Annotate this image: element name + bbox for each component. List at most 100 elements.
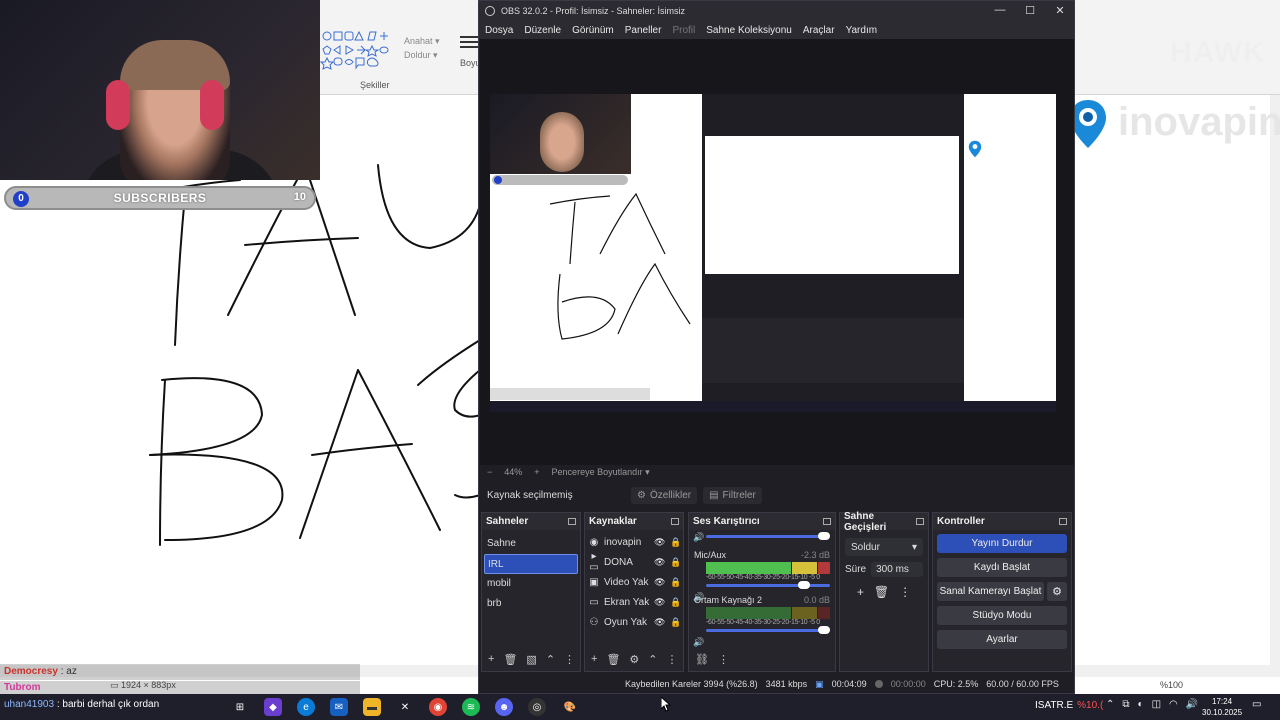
up-icon[interactable]: ⌃ [648,653,657,666]
chat-username: Democresy [4,666,58,677]
edge-icon[interactable]: e [297,698,315,716]
taskbar-clock[interactable]: 17:24 30.10.2025 [1202,696,1242,718]
zoom-out-icon[interactable]: − [487,467,492,477]
filter-icon[interactable]: ▧ [526,653,536,666]
lock-icon[interactable]: 🔒 [670,617,681,628]
undock-icon[interactable] [671,518,679,525]
volume-slider[interactable] [706,581,830,589]
add-icon[interactable]: + [591,653,597,665]
taskbar-chat-message: uhan41903 : barbi derhal çık ordan [4,699,159,710]
source-item[interactable]: ◉ inovapin 👁 🔒 [585,532,683,552]
more-icon[interactable]: ⋮ [899,585,911,599]
menu-help[interactable]: Yardım [846,25,878,36]
obs-menubar: Dosya Düzenle Görünüm Paneller Profil Sa… [479,21,1074,39]
gear-icon[interactable]: ⚙ [1047,582,1067,601]
lock-icon[interactable]: 🔒 [670,557,681,568]
trash-icon[interactable]: 🗑 [606,653,620,666]
source-item[interactable]: ▸ ▭ DONA 👁 🔒 [585,551,683,573]
properties-button[interactable]: ⚙ Özellikler [631,486,698,504]
chevron-up-icon[interactable]: ⌃ [1106,699,1114,710]
lock-icon[interactable]: 🔒 [670,597,681,608]
close-icon[interactable]: ✕ [1053,4,1067,17]
eye-icon[interactable]: 👁 [654,597,666,608]
paint-icon[interactable]: 🎨 [561,698,579,716]
menu-tools[interactable]: Araçlar [803,25,835,36]
capcut-icon[interactable]: ✕ [396,698,414,716]
undock-icon[interactable] [823,518,831,525]
menu-profile[interactable]: Profil [672,25,695,36]
fill-dropdown[interactable]: Doldur ▾ [404,50,438,61]
add-icon[interactable]: + [857,585,864,599]
chrome-icon[interactable]: ◉ [429,698,447,716]
undock-icon[interactable] [1059,518,1067,525]
zoom-in-icon[interactable]: + [534,467,539,477]
outlook-icon[interactable]: ✉ [330,698,348,716]
undock-icon[interactable] [568,518,576,525]
volume-slider[interactable] [706,626,830,634]
tray-app-icon[interactable]: ⧉ [1122,699,1129,710]
obs-taskbar-icon[interactable]: ◎ [528,698,546,716]
copilot-icon[interactable]: ◆ [264,698,282,716]
link-icon[interactable]: ⛓ [695,653,709,666]
notification-icon[interactable]: ▭ [1252,699,1261,710]
eye-icon[interactable]: 👁 [654,557,666,568]
up-icon[interactable]: ⌃ [546,653,555,666]
eye-icon[interactable]: 👁 [654,537,666,548]
transition-select[interactable]: Soldur ▾ [845,538,923,556]
shapes-icon [319,30,389,70]
menu-file[interactable]: Dosya [485,25,513,36]
source-item[interactable]: ⚇ Oyun Yak 👁 🔒 [585,612,683,632]
task-view-icon[interactable]: ⊞ [231,698,249,716]
outline-dropdown[interactable]: Anahat ▾ [404,36,440,47]
speaker-icon[interactable]: 🔊 [693,637,704,648]
speaker-icon[interactable]: 🔊 [693,532,704,543]
more-icon[interactable]: ⋮ [564,653,575,666]
file-explorer-icon[interactable]: ▬ [363,698,381,716]
tray-app-icon[interactable]: ◫ [1152,699,1161,710]
gear-icon[interactable]: ⚙ [629,653,639,666]
undock-icon[interactable] [916,518,924,525]
add-icon[interactable]: + [488,653,494,665]
menu-edit[interactable]: Düzenle [524,25,561,36]
menu-docks[interactable]: Paneller [625,25,662,36]
cpu-usage: CPU: 2.5% [933,679,979,689]
fit-to-window-dropdown[interactable]: Pencereye Boyutlandır ▾ [552,467,650,478]
wifi-icon[interactable]: ◠ [1169,699,1178,710]
more-icon[interactable]: ⋮ [718,653,729,666]
trash-icon[interactable]: 🗑 [503,653,517,666]
trash-icon[interactable]: 🗑 [874,585,889,599]
menu-view[interactable]: Görünüm [572,25,614,36]
lock-icon[interactable]: 🔒 [670,577,681,588]
duration-input[interactable]: 300 ms [871,562,923,577]
spotify-icon[interactable]: ≋ [462,698,480,716]
maximize-icon[interactable]: ☐ [1023,4,1037,17]
vertical-scrollbar[interactable] [1270,95,1280,665]
taskbar-widget[interactable]: ISATR.E %10.( [1035,700,1103,711]
menu-scene-collection[interactable]: Sahne Koleksiyonu [706,25,792,36]
minimize-icon[interactable]: — [993,4,1007,16]
chat-text: az [66,666,77,677]
stop-streaming-button[interactable]: Yayını Durdur [937,534,1067,553]
volume-slider[interactable] [706,532,830,540]
obs-titlebar[interactable]: OBS 32.0.2 - Profil: İsimsiz - Sahneler:… [479,1,1074,21]
scene-item-selected[interactable]: IRL [484,554,578,574]
more-icon[interactable]: ⋮ [667,653,678,666]
settings-button[interactable]: Ayarlar [937,630,1067,649]
eye-icon[interactable]: 👁 [654,577,666,588]
start-recording-button[interactable]: Kaydı Başlat [937,558,1067,577]
filters-button[interactable]: ▤ Filtreler [703,486,762,504]
eye-icon[interactable]: 👁 [654,617,666,628]
volume-icon[interactable]: 🔊 [1186,699,1198,710]
tray-app-icon[interactable]: ◐ [1138,699,1144,710]
scene-item[interactable]: brb [482,594,580,614]
start-virtual-camera-button[interactable]: Sanal Kamerayı Başlat [937,582,1044,601]
record-time: 00:00:00 [890,679,926,689]
lock-icon[interactable]: 🔒 [670,537,681,548]
scene-item[interactable]: Sahne [482,534,580,554]
discord-icon[interactable]: ☻ [495,698,513,716]
scene-item[interactable]: mobil [482,574,580,594]
source-item[interactable]: ▭ Ekran Yak 👁 🔒 [585,592,683,612]
studio-mode-button[interactable]: Stüdyo Modu [937,606,1067,625]
preview-area[interactable] [480,39,1074,465]
source-item[interactable]: ▣ Video Yak 👁 🔒 [585,572,683,592]
